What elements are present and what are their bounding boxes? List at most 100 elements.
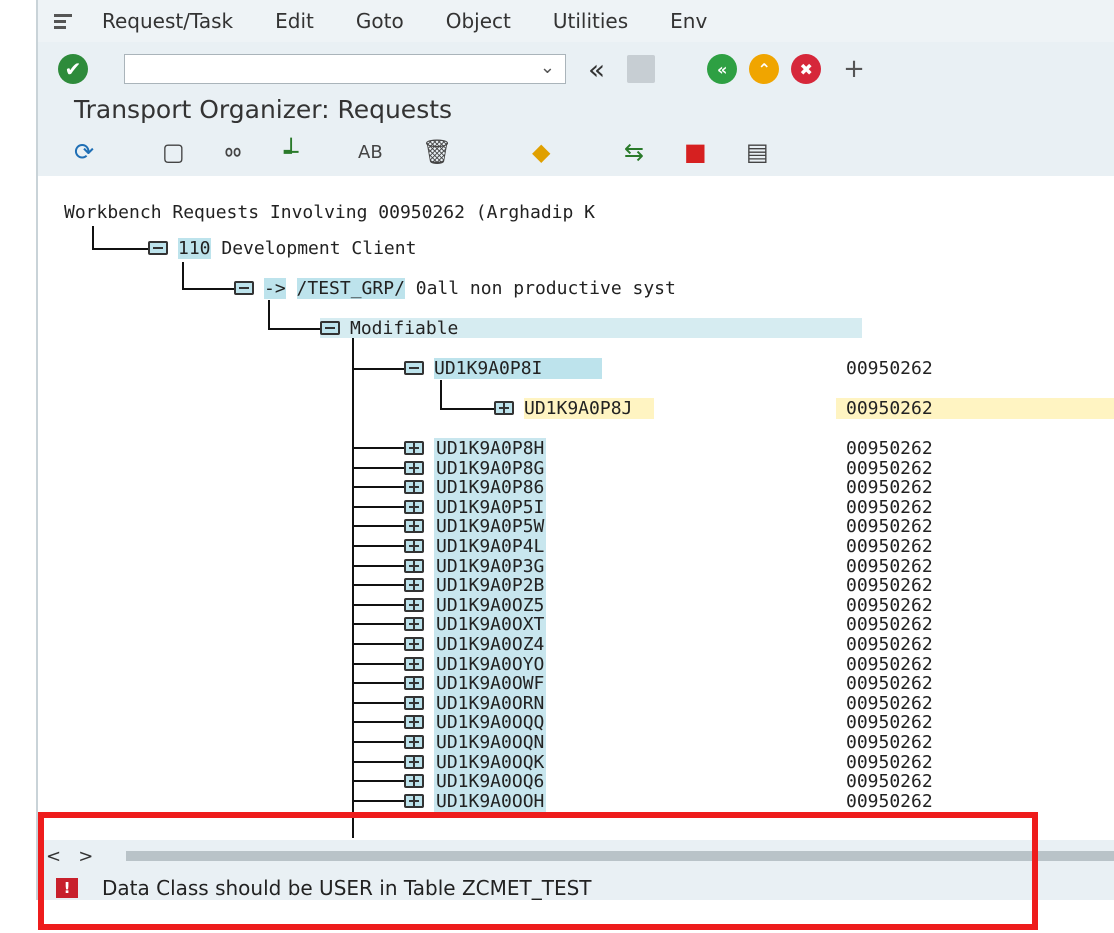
lock-icon[interactable]: ◆ (532, 138, 550, 166)
display-icon[interactable]: ᅇ (222, 138, 244, 173)
request-owner: 00950262 (846, 712, 933, 733)
request-row[interactable]: UD1K9A0P2B (404, 574, 547, 596)
request-id: UD1K9A0OWF (434, 672, 547, 694)
standard-toolbar: ✔ ⌄ « « ⌃ ✖ + (38, 48, 1114, 90)
exit-icon[interactable]: ⌃ (749, 54, 780, 84)
hierarchy-icon[interactable]: ┵ (284, 138, 298, 166)
request-row[interactable]: UD1K9A0ORN (404, 692, 547, 714)
status-node[interactable]: Modifiable (320, 317, 862, 339)
request-owner: 00950262 (846, 771, 933, 792)
release-icon[interactable]: ■ (684, 138, 707, 166)
request-id: UD1K9A0OQQ (434, 711, 547, 733)
request-row[interactable]: UD1K9A0OWF (404, 672, 547, 694)
menu-environment[interactable]: Env (670, 9, 707, 33)
request-id: UD1K9A0OQK (434, 751, 547, 773)
client-node[interactable]: 110 Development Client (148, 237, 416, 259)
folder-closed-icon[interactable] (404, 441, 424, 455)
request-row[interactable]: UD1K9A0OQ6 (404, 770, 547, 792)
folder-closed-icon[interactable] (404, 774, 424, 788)
task-node[interactable]: UD1K9A0P8J (494, 397, 655, 419)
request-row[interactable]: UD1K9A0OZ5 (404, 594, 547, 616)
request-row[interactable]: UD1K9A0OOH (404, 790, 547, 812)
request-owner: 00950262 (846, 791, 933, 812)
menu-icon[interactable] (54, 14, 72, 28)
request-id: UD1K9A0P8I (434, 357, 603, 379)
folder-closed-icon[interactable] (404, 578, 424, 592)
more-icon[interactable]: + (843, 54, 865, 84)
request-owner: 00950262 (846, 693, 933, 714)
request-id: UD1K9A0OQN (434, 731, 547, 753)
folder-closed-icon[interactable] (404, 735, 424, 749)
tree-header: Workbench Requests Involving 00950262 (A… (64, 202, 596, 223)
request-row[interactable]: UD1K9A0OQN (404, 731, 547, 753)
request-node-parent[interactable]: UD1K9A0P8I (404, 357, 603, 379)
folder-closed-icon[interactable] (404, 519, 424, 533)
folder-open-icon[interactable] (234, 281, 254, 295)
folder-closed-icon[interactable] (404, 715, 424, 729)
request-row[interactable]: UD1K9A0P5W (404, 515, 547, 537)
folder-closed-icon[interactable] (404, 755, 424, 769)
request-row[interactable]: UD1K9A0P3G (404, 555, 547, 577)
request-row[interactable]: UD1K9A0OXT (404, 613, 547, 635)
checkmark-icon[interactable]: ✔ (58, 54, 88, 84)
request-owner: 00950262 (846, 497, 933, 518)
task-id: UD1K9A0P8J (524, 397, 655, 419)
folder-closed-icon[interactable] (494, 401, 514, 415)
folder-closed-icon[interactable] (404, 794, 424, 808)
request-tree: Workbench Requests Involving 00950262 (A… (38, 176, 1114, 840)
document-icon[interactable]: ▤ (746, 138, 769, 166)
create-icon[interactable]: ▢ (162, 138, 185, 166)
double-chevron-left-icon[interactable]: « (588, 53, 605, 86)
folder-closed-icon[interactable] (404, 539, 424, 553)
target-node[interactable]: -> /TEST_GRP/ 0all non productive syst (234, 277, 676, 299)
cancel-icon[interactable]: ✖ (791, 54, 822, 84)
request-row[interactable]: UD1K9A0OQK (404, 751, 547, 773)
folder-open-icon[interactable] (148, 241, 168, 255)
menu-goto[interactable]: Goto (356, 9, 404, 33)
request-row[interactable]: UD1K9A0P8G (404, 457, 547, 479)
folder-closed-icon[interactable] (404, 637, 424, 651)
delete-icon[interactable]: 🗑 (422, 138, 452, 166)
folder-closed-icon[interactable] (404, 696, 424, 710)
target-arrow: -> (264, 277, 286, 299)
request-row[interactable]: UD1K9A0OZ4 (404, 633, 547, 655)
folder-closed-icon[interactable] (404, 657, 424, 671)
request-row[interactable]: UD1K9A0P5I (404, 496, 547, 518)
folder-open-icon[interactable] (404, 361, 424, 375)
menu-utilities[interactable]: Utilities (553, 9, 628, 33)
request-owner: 00950262 (846, 516, 933, 537)
folder-closed-icon[interactable] (404, 480, 424, 494)
folder-closed-icon[interactable] (404, 676, 424, 690)
rename-icon[interactable]: AB (358, 142, 383, 163)
request-owner: 00950262 (846, 673, 933, 694)
request-id: UD1K9A0P3G (434, 555, 547, 577)
request-row[interactable]: UD1K9A0OQQ (404, 711, 547, 733)
back-icon[interactable]: « (707, 54, 738, 84)
transfer-icon[interactable]: ⇆ (624, 138, 644, 166)
request-owner: 00950262 (846, 752, 933, 773)
folder-closed-icon[interactable] (404, 598, 424, 612)
request-owner: 00950262 (846, 556, 933, 577)
menu-edit[interactable]: Edit (275, 9, 314, 33)
folder-closed-icon[interactable] (404, 461, 424, 475)
request-id: UD1K9A0P86 (434, 476, 547, 498)
chevron-down-icon[interactable]: ⌄ (540, 57, 555, 78)
folder-closed-icon[interactable] (404, 559, 424, 573)
command-field[interactable]: ⌄ (124, 54, 566, 84)
target-system: /TEST_GRP/ (296, 277, 405, 299)
request-id: UD1K9A0OXT (434, 613, 547, 635)
menu-object[interactable]: Object (446, 9, 511, 33)
save-icon[interactable] (627, 55, 656, 83)
menu-request-task[interactable]: Request/Task (102, 9, 233, 33)
request-owner: 00950262 (846, 438, 933, 459)
request-row[interactable]: UD1K9A0P4L (404, 535, 547, 557)
folder-closed-icon[interactable] (404, 617, 424, 631)
folder-open-icon[interactable] (320, 321, 340, 335)
folder-closed-icon[interactable] (404, 500, 424, 514)
refresh-icon[interactable]: ⟳ (74, 138, 94, 166)
request-row[interactable]: UD1K9A0P8H (404, 437, 547, 459)
request-row[interactable]: UD1K9A0OYO (404, 653, 547, 675)
task-owner: 00950262 (836, 398, 1114, 419)
request-row[interactable]: UD1K9A0P86 (404, 476, 547, 498)
status-label: Modifiable (350, 317, 459, 339)
